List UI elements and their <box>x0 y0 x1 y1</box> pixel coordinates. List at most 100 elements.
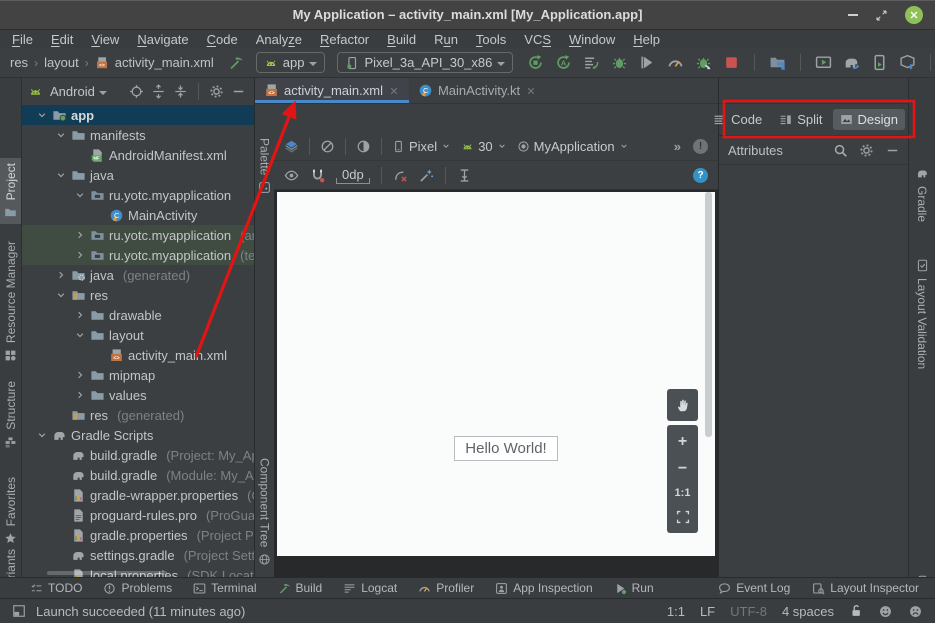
project-structure-icon[interactable] <box>769 54 786 71</box>
profiler-icon[interactable] <box>667 54 684 71</box>
tree-item-manifests[interactable]: manifests <box>22 125 254 145</box>
build-project-icon[interactable] <box>228 55 244 71</box>
project-view-selector[interactable]: Android <box>50 84 95 99</box>
toolwindow-build[interactable]: Build <box>278 581 323 595</box>
expand-all-icon[interactable] <box>151 84 166 99</box>
chevron-collapsed-icon[interactable] <box>55 269 67 281</box>
tree-item-build-gradle-module-my-application-app[interactable]: build.gradle(Module: My_Application.app) <box>22 465 254 485</box>
infer-constraints-icon[interactable] <box>419 168 434 183</box>
view-options-icon[interactable] <box>284 168 299 183</box>
tree-item-drawable[interactable]: drawable <box>22 305 254 325</box>
run-config-selector[interactable]: app <box>256 52 326 73</box>
feedback-happy-icon[interactable] <box>878 604 893 619</box>
breadcrumb-res[interactable]: res <box>10 55 28 70</box>
tree-item-ru-yotc-myapplication[interactable]: ru.yotc.myapplication <box>22 185 254 205</box>
menu-refactor[interactable]: Refactor <box>311 32 378 47</box>
menu-view[interactable]: View <box>82 32 128 47</box>
search-icon[interactable] <box>833 143 848 158</box>
feedback-sad-icon[interactable] <box>908 604 923 619</box>
toolwindow-toggle-icon[interactable] <box>12 604 26 618</box>
menu-analyze[interactable]: Analyze <box>247 32 311 47</box>
zoom-in-button[interactable]: + <box>678 434 687 450</box>
tree-item-mipmap[interactable]: mipmap <box>22 365 254 385</box>
zoom-to-fit-icon[interactable] <box>676 510 690 524</box>
stripe-structure[interactable]: Structure <box>0 376 21 454</box>
sdk-manager-icon[interactable] <box>899 54 916 71</box>
tab-mainactivity-kt[interactable]: C MainActivity.kt <box>409 78 546 103</box>
night-mode-icon[interactable] <box>356 139 371 154</box>
lock-icon[interactable] <box>849 604 863 618</box>
profile-icon[interactable] <box>639 54 656 71</box>
toolwindow-event-log[interactable]: Event Log <box>718 581 790 595</box>
breadcrumb-activity-main-xml[interactable]: activity_main.xml <box>115 55 214 70</box>
indent-setting[interactable]: 4 spaces <box>782 604 834 619</box>
tree-item-mainactivity[interactable]: CMainActivity <box>22 205 254 225</box>
settings-gear-icon[interactable] <box>209 84 224 99</box>
tree-item-res[interactable]: res <box>22 285 254 305</box>
mode-design-button[interactable]: Design <box>833 109 905 130</box>
tree-item-androidmanifest-xml[interactable]: MFAndroidManifest.xml <box>22 145 254 165</box>
chevron-expanded-icon[interactable] <box>36 429 48 441</box>
menu-navigate[interactable]: Navigate <box>128 32 197 47</box>
select-opened-file-icon[interactable] <box>129 84 144 99</box>
gradle-sync-icon[interactable] <box>843 54 860 71</box>
help-badge[interactable]: ? <box>693 168 708 183</box>
device-for-preview-selector[interactable]: Pixel <box>392 139 451 154</box>
breadcrumb-layout[interactable]: layout <box>44 55 79 70</box>
pan-button[interactable] <box>667 389 698 421</box>
toolwindow-run[interactable]: Run <box>614 581 654 595</box>
stripe-layout-validation[interactable]: Layout Validation <box>909 254 935 374</box>
run-with-coverage-icon[interactable] <box>583 54 600 71</box>
tree-item-values[interactable]: values <box>22 385 254 405</box>
clear-all-constraints-icon[interactable] <box>393 168 408 183</box>
tree-item-app[interactable]: app <box>22 105 254 125</box>
stripe-resource-manager[interactable]: Resource Manager <box>0 236 21 367</box>
menu-help[interactable]: Help <box>624 32 669 47</box>
project-tree-scrollbar[interactable] <box>47 571 167 575</box>
tree-item-ru-yotc-myapplication-test[interactable]: ru.yotc.myapplication(test) <box>22 245 254 265</box>
close-button[interactable]: ✕ <box>905 6 923 24</box>
mode-code-button[interactable]: Code <box>706 109 769 130</box>
orientation-icon[interactable] <box>320 139 335 154</box>
chevron-collapsed-icon[interactable] <box>74 309 86 321</box>
menu-tools[interactable]: Tools <box>467 32 515 47</box>
device-manager-icon[interactable] <box>871 54 888 71</box>
chevron-expanded-icon[interactable] <box>55 129 67 141</box>
toolwindow-todo[interactable]: TODO <box>30 581 82 595</box>
pack-icon[interactable] <box>457 168 472 183</box>
tab-activity-main-xml[interactable]: <> activity_main.xml <box>255 78 409 103</box>
tree-item-java-generated[interactable]: java(generated) <box>22 265 254 285</box>
toolwindow-problems[interactable]: Problems <box>103 581 172 595</box>
chevron-collapsed-icon[interactable] <box>74 369 86 381</box>
apply-changes-icon[interactable] <box>527 54 544 71</box>
stripe-favorites[interactable]: Favorites <box>0 472 21 550</box>
theme-selector[interactable]: MyApplication <box>517 139 629 154</box>
design-canvas[interactable]: Hello World! <box>277 192 715 556</box>
run-configurations-icon[interactable] <box>815 54 832 71</box>
menu-vcs[interactable]: VCS <box>515 32 560 47</box>
debug-icon[interactable] <box>611 54 628 71</box>
mode-split-button[interactable]: Split <box>772 109 829 130</box>
minimize-button[interactable] <box>848 14 858 16</box>
api-version-selector[interactable]: 30 <box>461 139 506 154</box>
tree-item-gradle-properties-project-properties[interactable]: gradle.properties(Project Properties) <box>22 525 254 545</box>
device-selector[interactable]: Pixel_3a_API_30_x86 <box>337 52 513 73</box>
apply-code-changes-icon[interactable]: A <box>555 54 572 71</box>
menu-window[interactable]: Window <box>560 32 624 47</box>
menu-build[interactable]: Build <box>378 32 425 47</box>
default-margin-selector[interactable]: 0dp <box>336 167 370 184</box>
stop-icon[interactable] <box>723 54 740 71</box>
close-tab-icon[interactable] <box>525 85 537 97</box>
line-ending[interactable]: LF <box>700 604 715 619</box>
menu-run[interactable]: Run <box>425 32 467 47</box>
tree-item-ru-yotc-myapplication-androidtest[interactable]: ru.yotc.myapplication(androidTest) <box>22 225 254 245</box>
stripe-palette[interactable]: Palette <box>255 133 274 199</box>
chevron-expanded-icon[interactable] <box>74 189 86 201</box>
zoom-out-button[interactable]: − <box>678 461 687 477</box>
chevron-expanded-icon[interactable] <box>74 329 86 341</box>
tree-item-gradle-wrapper-properties-gradle-version[interactable]: gradle-wrapper.properties(Gradle Version… <box>22 485 254 505</box>
stripe-gradle[interactable]: Gradle <box>909 162 935 227</box>
hide-panel-icon[interactable] <box>885 143 900 158</box>
toolbar-overflow-chevrons[interactable]: » <box>674 139 681 154</box>
toolwindow-profiler[interactable]: Profiler <box>418 581 474 595</box>
